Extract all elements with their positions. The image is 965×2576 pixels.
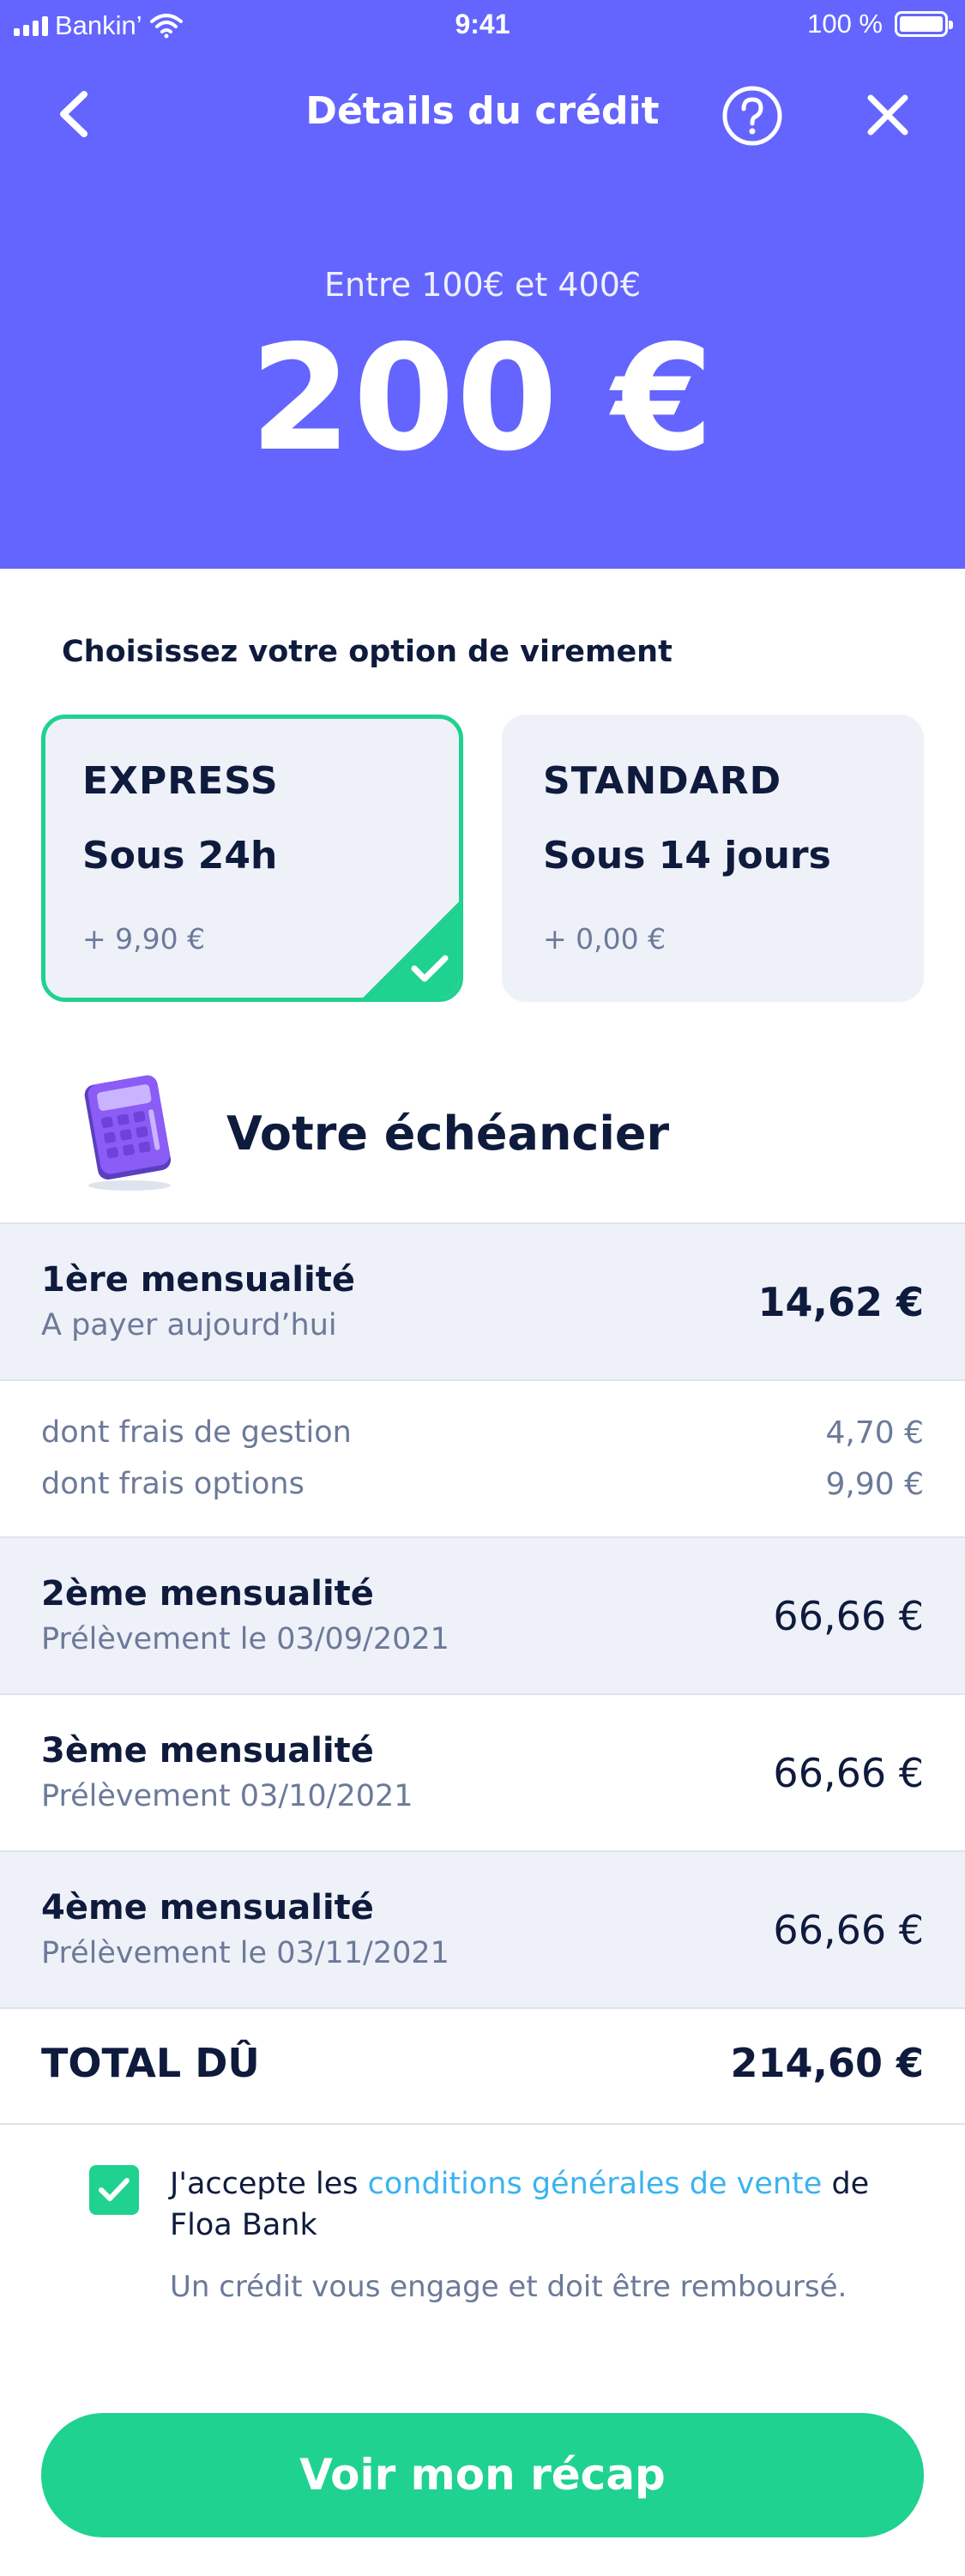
transfer-option-label: Choisissez votre option de virement (62, 635, 672, 669)
close-icon[interactable] (862, 89, 914, 141)
installment-amount: 66,66 € (773, 1593, 924, 1639)
installment-subtitle: Prélèvement 03/10/2021 (41, 1779, 413, 1813)
installment-title: 1ère mensualité (41, 1260, 355, 1300)
option-delay: Sous 14 jours (543, 834, 831, 878)
terms-checkbox[interactable] (89, 2165, 139, 2215)
option-name: STANDARD (543, 759, 782, 803)
fee-label-options: dont frais options (41, 1467, 305, 1501)
installment-amount: 66,66 € (773, 1907, 924, 1953)
total-row-border (0, 2007, 965, 2009)
installment-amount: 14,62 € (757, 1279, 924, 1325)
installment-title: 3ème mensualité (41, 1731, 374, 1771)
installment-subtitle: Prélèvement le 03/11/2021 (41, 1936, 449, 1970)
fee-value-options: 9,90 € (825, 1467, 924, 1502)
fee-value-management: 4,70 € (825, 1415, 924, 1451)
transfer-option-standard[interactable]: STANDARD Sous 14 jours + 0,00 € (502, 715, 924, 1002)
fees-row: dont frais de gestion 4,70 € dont frais … (0, 1379, 965, 1536)
terms-prefix: J'accepte les (170, 2167, 368, 2201)
help-circle-icon[interactable] (721, 84, 784, 148)
option-name: EXPRESS (82, 759, 279, 803)
divider (0, 2123, 965, 2125)
battery-percent: 100 % (807, 9, 883, 39)
total-value: 214,60 € (730, 2040, 924, 2086)
installment-row-1: 1ère mensualité A payer aujourd’hui 14,6… (0, 1222, 965, 1379)
installment-title: 2ème mensualité (41, 1574, 374, 1614)
installment-row-2: 2ème mensualité Prélèvement le 03/09/202… (0, 1536, 965, 1693)
credit-amount: 200 € (250, 314, 715, 484)
option-price: + 0,00 € (543, 922, 666, 956)
installment-row-3: 3ème mensualité Prélèvement 03/10/2021 6… (0, 1693, 965, 1850)
page-title: Détails du crédit (305, 89, 660, 133)
installment-subtitle: A payer aujourd’hui (41, 1308, 337, 1342)
transfer-option-express[interactable]: EXPRESS Sous 24h + 9,90 € (41, 715, 463, 1002)
credit-range: Entre 100€ et 400€ (323, 266, 642, 304)
option-delay: Sous 24h (82, 834, 278, 878)
status-bar: Bankin’ 9:41 100 % (0, 0, 965, 55)
calculator-icon (84, 1075, 172, 1191)
installment-subtitle: Prélèvement le 03/09/2021 (41, 1622, 449, 1656)
credit-header: Bankin’ 9:41 100 % Détails du crédit Ent… (0, 0, 965, 569)
terms-link[interactable]: conditions générales de vente (368, 2167, 823, 2201)
selected-check-icon (363, 902, 459, 998)
total-label: TOTAL DÛ (41, 2040, 260, 2086)
terms-text: J'accepte les conditions générales de ve… (170, 2163, 925, 2246)
installment-amount: 66,66 € (773, 1750, 924, 1796)
battery-info: 100 % (807, 9, 953, 39)
schedule-title: Votre échéancier (226, 1107, 670, 1161)
installment-title: 4ème mensualité (41, 1888, 374, 1927)
view-recap-button[interactable]: Voir mon récap (41, 2413, 924, 2537)
installment-row-4: 4ème mensualité Prélèvement le 03/11/202… (0, 1850, 965, 2007)
fee-label-management: dont frais de gestion (41, 1415, 352, 1450)
credit-warning: Un crédit vous engage et doit être rembo… (170, 2270, 847, 2304)
battery-icon (895, 11, 953, 37)
